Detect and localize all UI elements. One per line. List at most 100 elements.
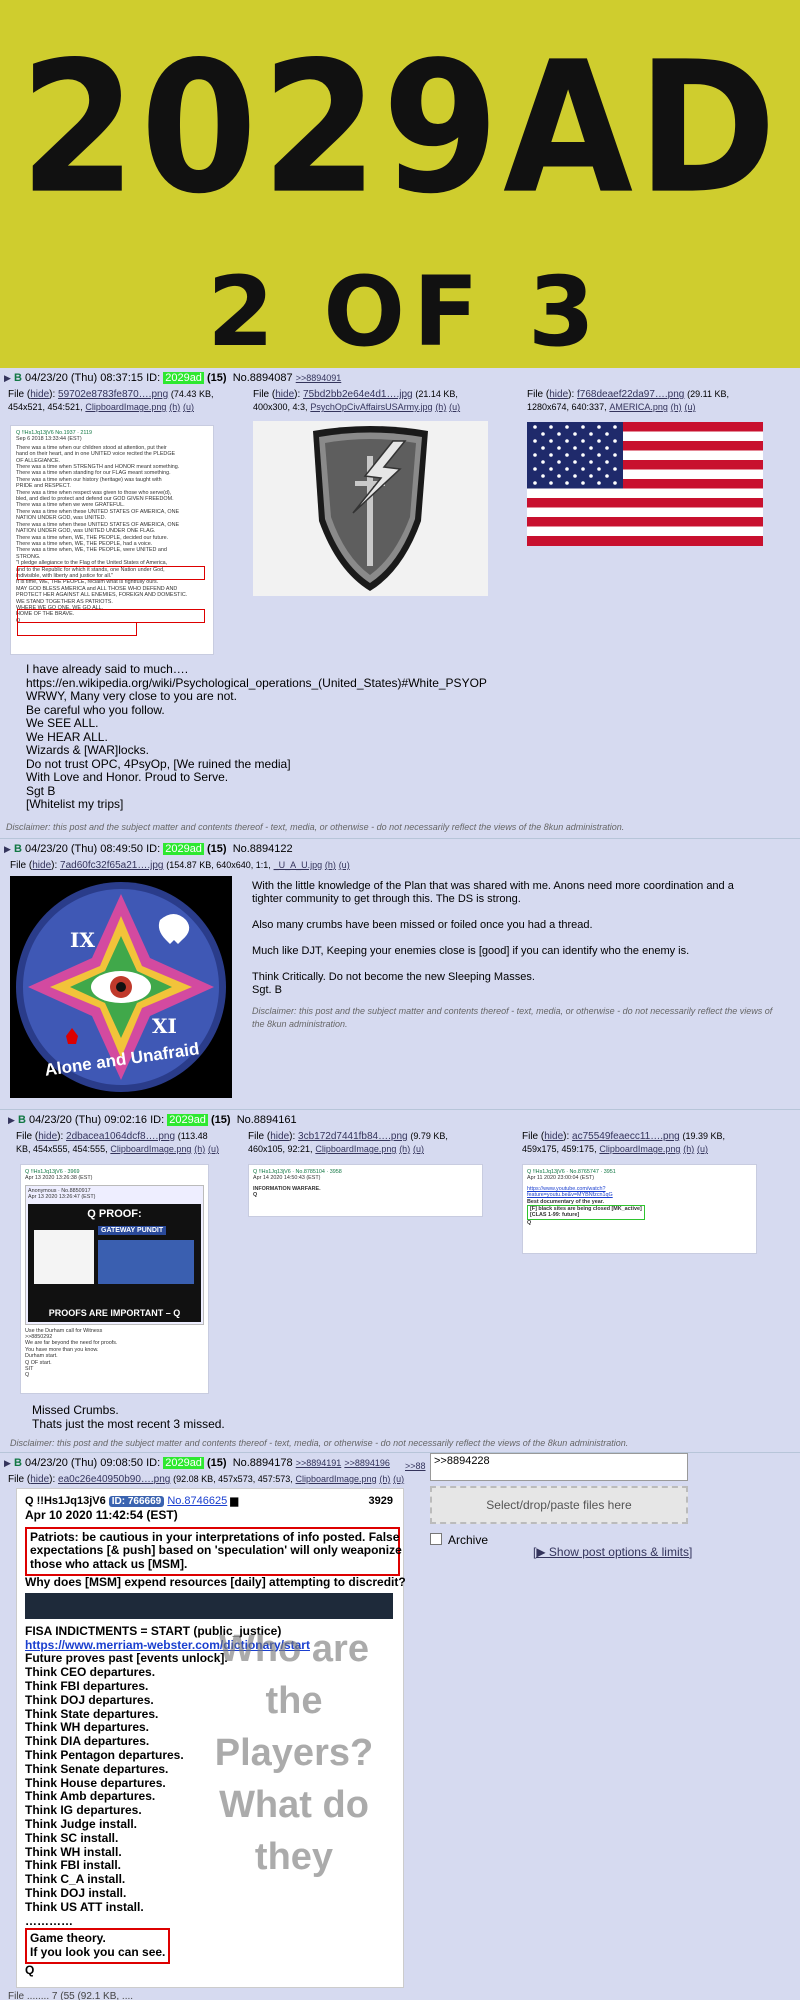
- flag-star: [605, 432, 609, 436]
- poster-id[interactable]: 2029ad: [163, 372, 204, 384]
- post-menu-arrow-icon[interactable]: ▶: [4, 1458, 11, 1468]
- flag-star: [549, 453, 553, 457]
- hide-link[interactable]: hide: [549, 389, 568, 400]
- file-info-2: File (hide): 3cb172d7441fb84….png (9.79 …: [248, 1131, 448, 1154]
- flag-star: [573, 460, 577, 464]
- original-filename[interactable]: ClipboardImage.png: [110, 1144, 191, 1154]
- post-number[interactable]: No.8894161: [237, 1114, 297, 1126]
- flag-star: [541, 446, 545, 450]
- post-number[interactable]: No.8894122: [233, 843, 293, 855]
- backlink[interactable]: >>8894196: [344, 1458, 390, 1468]
- flag-star: [581, 453, 585, 457]
- archive-checkbox[interactable]: [430, 1533, 442, 1545]
- backlink[interactable]: >>8894191: [296, 1458, 342, 1468]
- original-filename[interactable]: PsychOpCivAffairsUSArmy.jpg: [310, 402, 432, 412]
- text-line: WRWY, Many very close to you are not.: [26, 689, 237, 703]
- file-info: File (hide): ea0c26e40950b90….png (92.08…: [8, 1474, 405, 1485]
- hide-link[interactable]: hide: [270, 1131, 289, 1142]
- archive-label: Archive: [448, 1533, 489, 1547]
- text-line: Also many crumbs have been missed or foi…: [252, 919, 593, 931]
- hide-link[interactable]: hide: [32, 860, 51, 871]
- backlink[interactable]: >>8894091: [296, 373, 342, 383]
- hide-link[interactable]: hide: [544, 1131, 563, 1142]
- thumbnail-psyop-patch[interactable]: [253, 421, 488, 596]
- text-line: We SEE ALL.: [26, 716, 99, 730]
- flag-star: [581, 439, 585, 443]
- text-line: Much like DJT, Keeping your enemies clos…: [252, 945, 690, 957]
- id-post-count: (15): [207, 1457, 227, 1469]
- poster-id[interactable]: 2029ad: [167, 1114, 208, 1126]
- post-menu-arrow-icon[interactable]: ▶: [8, 1115, 15, 1125]
- file-link[interactable]: ac75549feaecc11….png: [572, 1131, 680, 1142]
- thumbnail-q-pledge-post[interactable]: Q !!Hs1Jq13jV6 No.1937 · 2119 Sep 6 2018…: [10, 425, 214, 655]
- text-line: [Whitelist my trips]: [26, 797, 124, 811]
- post-menu-arrow-icon[interactable]: ▶: [4, 373, 11, 383]
- post-body: Missed Crumbs. Thats just the most recen…: [32, 1403, 225, 1431]
- original-filename[interactable]: ClipboardImage.png: [85, 402, 166, 412]
- id-post-count: (15): [211, 1114, 231, 1126]
- file-drop-zone[interactable]: Select/drop/paste files here: [430, 1486, 688, 1524]
- post-number[interactable]: No.8894178: [233, 1457, 293, 1469]
- file-info: File (hide): 7ad60fc32f65a21….jpg (154.8…: [10, 860, 350, 871]
- original-filename[interactable]: _U_A_U.jpg: [274, 860, 323, 870]
- thumbnail-q-proof-post[interactable]: Q !!Hs1Jq13jV6 · 3969 Apr 13 2020 13:26:…: [20, 1164, 209, 1394]
- flag-star: [573, 432, 577, 436]
- file-link[interactable]: 3cb172d7441fb84….png: [298, 1131, 408, 1142]
- backlink[interactable]: >>88: [405, 1461, 426, 1471]
- flag-star: [541, 460, 545, 464]
- id-label: ID:: [150, 1114, 165, 1126]
- original-filename[interactable]: ClipboardImage.png: [315, 1144, 396, 1154]
- flag-star: [533, 425, 537, 429]
- flag-star: [589, 446, 593, 450]
- file-info-3: File (hide): f768deaef22da97….png (29.11…: [527, 389, 729, 412]
- q-highlight-box: Patriots: be cautious in your interpreta…: [25, 1526, 402, 1576]
- thumbnail-information-warfare[interactable]: Q !!Hs1Jq13jV6 · No.8785104 · 3958 Apr 1…: [248, 1164, 483, 1217]
- flag-star: [565, 425, 569, 429]
- patch-numeral-left: IX: [70, 928, 95, 952]
- flag-star: [613, 481, 617, 485]
- file-link[interactable]: 75bd2bb2e64e4d1….jpg: [303, 389, 413, 400]
- hide-link[interactable]: hide: [30, 389, 49, 400]
- flag-star: [533, 439, 537, 443]
- id-label: ID:: [146, 372, 161, 384]
- thumb-highlight-box: [17, 609, 205, 623]
- original-filename[interactable]: ClipboardImage.png: [296, 1474, 377, 1484]
- flag-star: [533, 481, 537, 485]
- hide-link[interactable]: hide: [38, 1131, 57, 1142]
- flag-star: [549, 439, 553, 443]
- poster-id[interactable]: 2029ad: [163, 843, 204, 855]
- post-number[interactable]: No.8894087: [233, 372, 293, 384]
- file-link[interactable]: 2dbacea1064dcf8….png: [66, 1131, 175, 1142]
- flag-star: [573, 474, 577, 478]
- file-link[interactable]: f768deaef22da97….png: [577, 389, 684, 400]
- text-line: I have already said to much….: [26, 662, 189, 676]
- hide-link[interactable]: hide: [30, 1474, 49, 1485]
- thumbnail-alone-and-unafraid-patch[interactable]: IX XI Alone and Unafraid: [10, 876, 232, 1098]
- reply-textarea[interactable]: >>8894228: [430, 1453, 688, 1481]
- show-post-options-link[interactable]: [▶ Show post options & limits]: [533, 1545, 692, 1559]
- thumbnail-american-flag[interactable]: [527, 422, 763, 546]
- flag-star: [597, 481, 601, 485]
- flag-star: [613, 439, 617, 443]
- text-line: Do not trust OPC, 4PsyOp, [We ruined the…: [26, 756, 291, 771]
- file-link[interactable]: ea0c26e40950b90….png: [58, 1474, 170, 1485]
- file-link[interactable]: 59702e8783fe870….png: [58, 389, 168, 400]
- flag-star: [557, 432, 561, 436]
- post-menu-arrow-icon[interactable]: ▶: [4, 844, 11, 854]
- id-post-count: (15): [207, 372, 227, 384]
- text-line: Think US ATT install.: [25, 1899, 144, 1914]
- thumbnail-black-sites-post[interactable]: Q !!Hs1Jq13jV6 · No.8765747 · 3951 Apr 1…: [522, 1164, 757, 1254]
- poster-id[interactable]: 2029ad: [163, 1457, 204, 1469]
- flag-star: [549, 425, 553, 429]
- original-filename[interactable]: ClipboardImage.png: [599, 1144, 680, 1154]
- flag-star: [557, 474, 561, 478]
- flag-star: [597, 425, 601, 429]
- file-link[interactable]: 7ad60fc32f65a21….jpg: [60, 860, 163, 871]
- hide-link[interactable]: hide: [275, 389, 294, 400]
- original-filename[interactable]: AMERICA.png: [609, 402, 668, 412]
- text-line: [252, 932, 734, 945]
- flag-star: [549, 467, 553, 471]
- id-post-count: (15): [207, 843, 227, 855]
- thumb-highlight-box: [17, 622, 137, 636]
- post-header: ▶ B 04/23/20 (Thu) 08:49:50 ID: 2029ad (…: [4, 843, 293, 855]
